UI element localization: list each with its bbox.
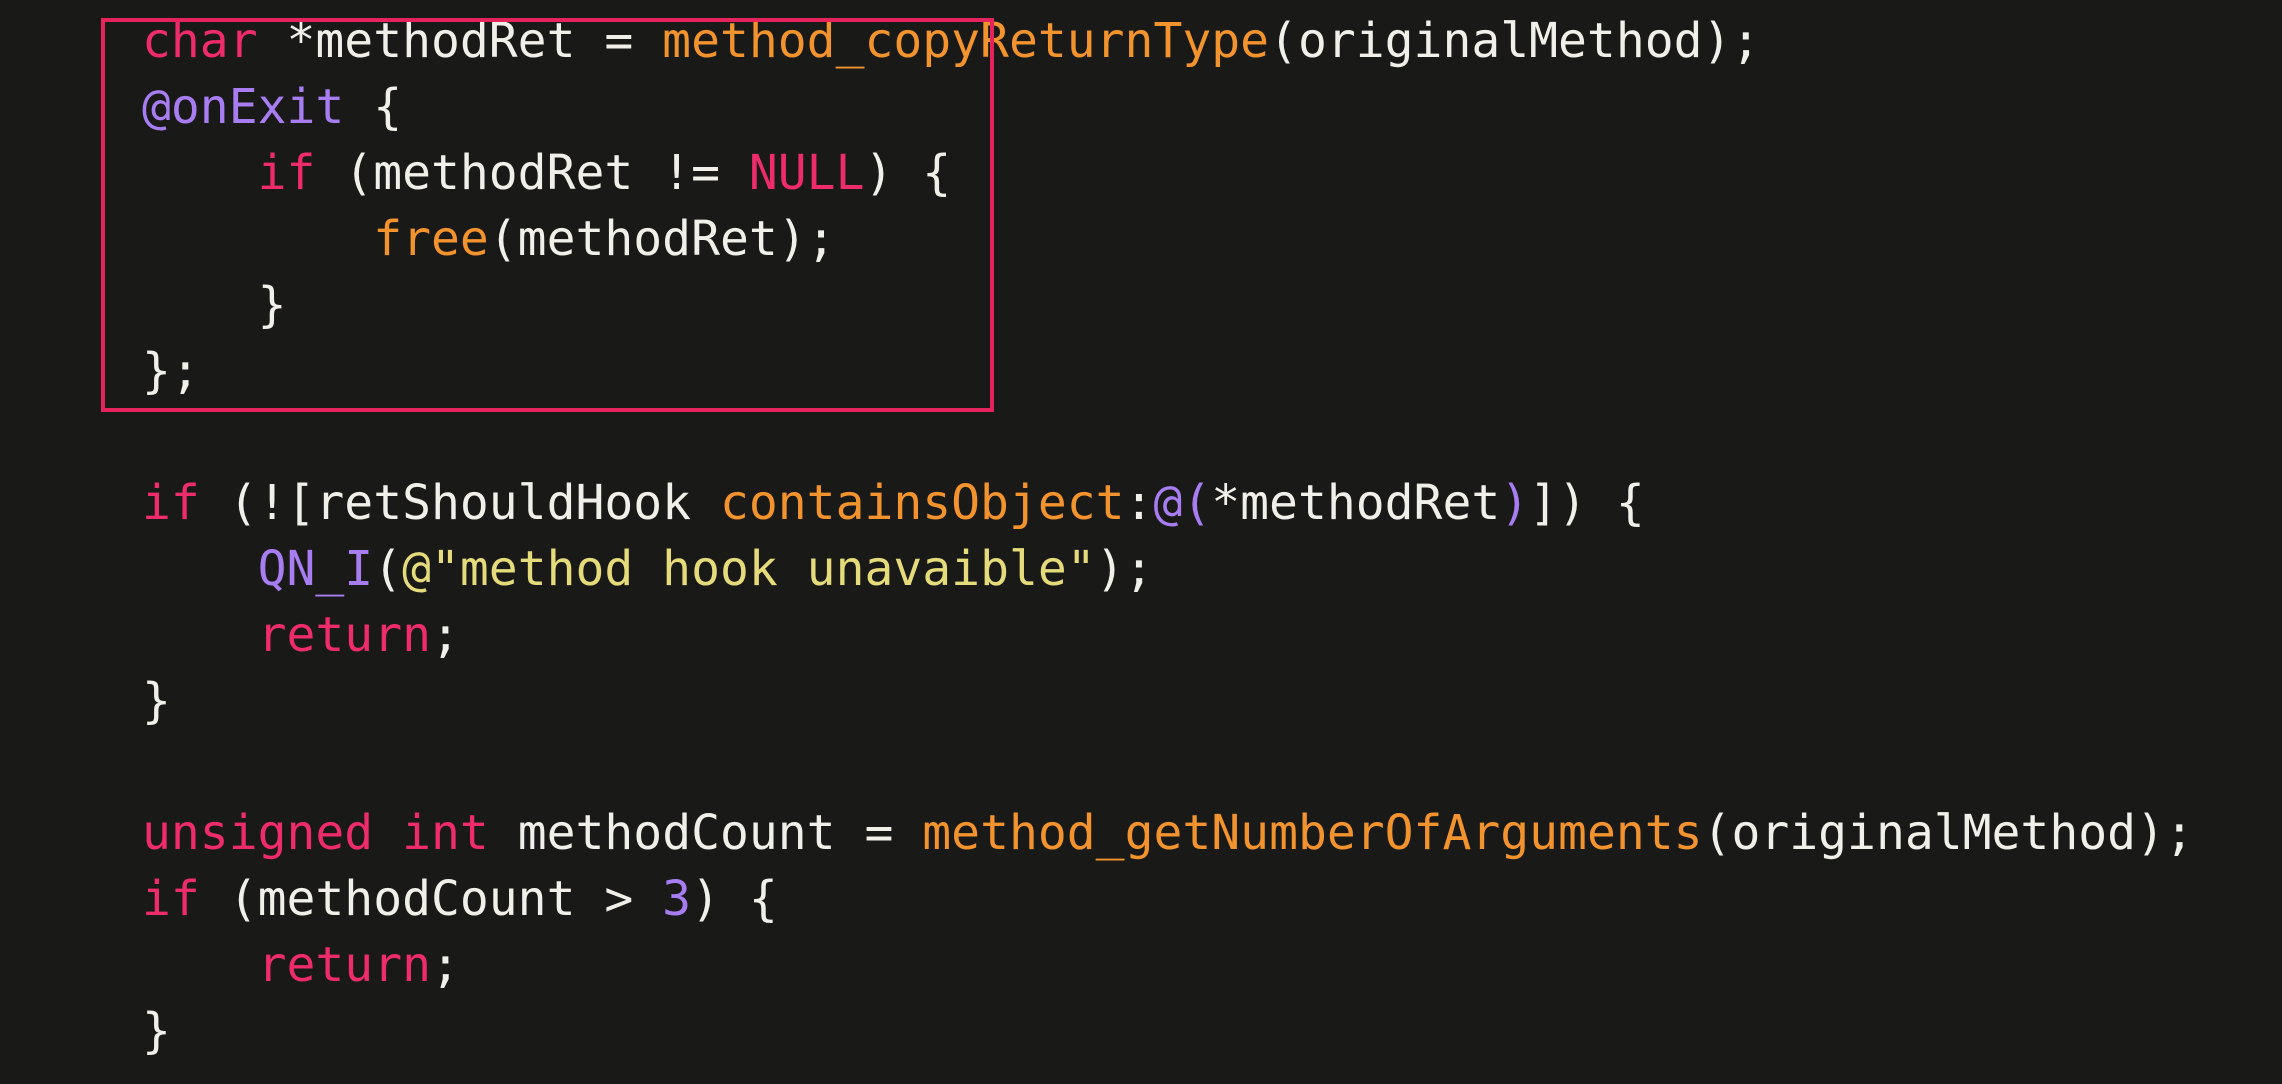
code-token-plain: ; (430, 607, 460, 663)
code-token-keyword: unsigned (142, 805, 374, 861)
code-token-plain: ) { (691, 871, 778, 927)
code-token-keyword: return (257, 607, 431, 663)
code-token-keyword: char (142, 13, 258, 69)
code-token-function: method_getNumberOfArguments (922, 805, 1703, 861)
code-token-keyword: int (402, 805, 489, 861)
code-token-plain: (methodCount > (199, 871, 663, 927)
code-token-plain: ) { (864, 145, 952, 201)
code-token-function: method_copyReturnType (662, 13, 1270, 69)
code-line: } (142, 668, 171, 734)
code-line: unsigned int methodCount = method_getNum… (142, 800, 2194, 866)
code-token-keyword: NULL (748, 145, 865, 201)
code-token-plain: (originalMethod); (1702, 805, 2194, 861)
code-line: }; (142, 338, 200, 404)
code-token-plain: }; (142, 343, 200, 399)
code-line: return; (142, 932, 460, 998)
code-token-plain: (methodRet != (315, 145, 749, 201)
code-token-plain: } (142, 673, 171, 729)
code-token-plain: (originalMethod); (1269, 13, 1761, 69)
code-token-plain: ]) { (1529, 475, 1645, 531)
code-token-macro: @( (1153, 475, 1212, 531)
code-token-string: @"method hook unavaible" (402, 541, 1096, 597)
code-token-plain: ); (1095, 541, 1154, 597)
code-line: @onExit { (142, 74, 402, 140)
code-token-plain: *methodRet = (257, 13, 663, 69)
code-line: return; (142, 602, 460, 668)
code-line: if (methodCount > 3) { (142, 866, 778, 932)
code-line: free(methodRet); (142, 206, 836, 272)
code-line: QN_I(@"method hook unavaible"); (142, 536, 1154, 602)
code-token-plain: methodCount = (488, 805, 923, 861)
code-token-plain: (methodRet); (488, 211, 836, 267)
code-token-plain: } (142, 277, 287, 333)
code-token-macro: @onExit (142, 79, 345, 135)
code-token-macro: QN_I (257, 541, 374, 597)
code-line: } (142, 272, 287, 338)
code-token-keyword: if (142, 871, 200, 927)
code-token-plain: (![retShouldHook (199, 475, 720, 531)
code-token-plain: { (344, 79, 403, 135)
code-token-plain: : (1124, 475, 1154, 531)
code-line: if (![retShouldHook containsObject:@(*me… (142, 470, 1645, 536)
code-token-macro: 3 (662, 871, 692, 927)
code-line: } (142, 998, 171, 1064)
code-token-plain: *methodRet (1211, 475, 1501, 531)
code-token-keyword: if (142, 475, 200, 531)
code-line: if (methodRet != NULL) { (142, 140, 952, 206)
code-token-plain: ( (373, 541, 403, 597)
code-token-keyword: return (257, 937, 431, 993)
code-editor[interactable]: char *methodRet = method_copyReturnType(… (0, 0, 2282, 1084)
code-line: char *methodRet = method_copyReturnType(… (142, 8, 1760, 74)
code-token-function: containsObject (719, 475, 1125, 531)
code-token-plain: } (142, 1003, 171, 1059)
code-token-function: free (373, 211, 489, 267)
code-token-plain: ; (430, 937, 460, 993)
code-token-keyword: if (257, 145, 316, 201)
code-token-macro: ) (1500, 475, 1530, 531)
